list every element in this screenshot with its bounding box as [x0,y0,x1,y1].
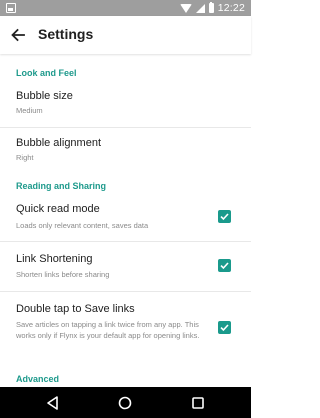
divider [0,127,251,128]
clock: 12:22 [217,2,245,14]
double-tap-title: Double tap to Save links [16,303,135,315]
navigation-bar [0,387,251,418]
status-bar: 12:22 [0,0,251,16]
bubble-size-title: Bubble size [16,90,73,102]
link-shortening-checkbox[interactable] [218,259,231,272]
signal-icon [195,3,205,13]
divider [0,241,251,242]
battery-icon [208,1,214,13]
app-bar: Settings [0,16,251,54]
notification-image-icon [6,3,16,13]
double-tap-checkbox[interactable] [218,321,231,334]
settings-list: Look and Feel Bubble size Medium Bubble … [0,54,251,387]
back-arrow-icon[interactable] [8,25,28,45]
bubble-size-value: Medium [16,106,43,115]
bubble-alignment-title: Bubble alignment [16,137,102,149]
link-shortening-title: Link Shortening [16,253,93,265]
home-circle-icon[interactable] [116,394,134,412]
bubble-alignment-value: Right [16,153,34,162]
quick-read-title: Quick read mode [16,203,100,215]
wifi-icon [179,3,192,13]
back-triangle-icon[interactable] [44,394,62,412]
link-shortening-summary: Shorten links before sharing [16,270,110,279]
quick-read-checkbox[interactable] [218,210,231,223]
recents-square-icon[interactable] [189,394,207,412]
section-header-reading-and-sharing: Reading and Sharing [16,181,107,191]
section-header-look-and-feel: Look and Feel [16,68,77,78]
divider [0,291,251,292]
page-title: Settings [38,26,94,42]
status-icons: 12:22 [179,1,245,15]
double-tap-summary: Save articles on tapping a link twice fr… [16,320,200,340]
section-header-advanced: Advanced [16,374,60,384]
quick-read-summary: Loads only relevant content, saves data [16,221,149,230]
